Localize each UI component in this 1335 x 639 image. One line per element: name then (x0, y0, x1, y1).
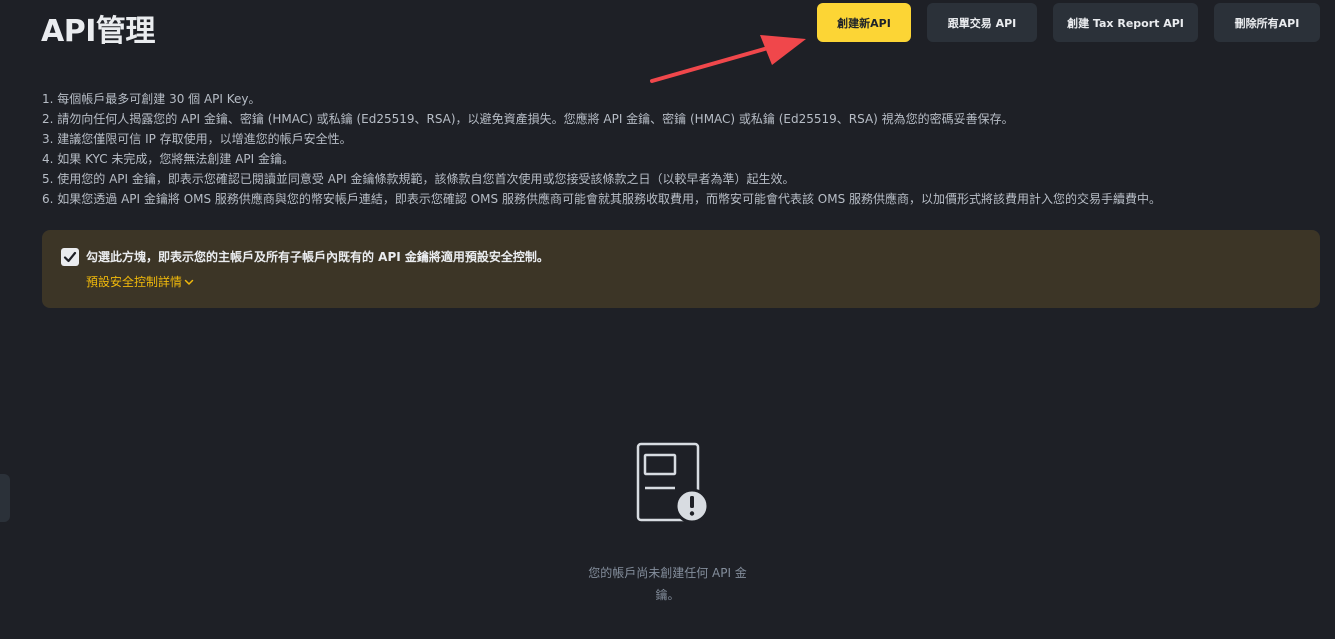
note-item: 6. 如果您透過 API 金鑰將 OMS 服務供應商與您的幣安帳戶連結，即表示您… (42, 192, 1162, 206)
toolbar: 創建新API 跟單交易 API 創建 Tax Report API 刪除所有AP… (817, 3, 1320, 42)
empty-state: 您的帳戶尚未創建任何 API 金鑰。 (540, 440, 795, 606)
default-security-checkbox[interactable] (61, 248, 79, 266)
side-panel-tab[interactable] (0, 474, 10, 522)
api-notes-list: 1. 每個帳戶最多可創建 30 個 API Key。 2. 請勿向任何人揭露您的… (42, 89, 1161, 209)
security-details-label: 預設安全控制詳情 (86, 275, 183, 289)
create-tax-report-api-button[interactable]: 創建 Tax Report API (1053, 3, 1198, 42)
note-item: 1. 每個帳戶最多可創建 30 個 API Key。 (42, 92, 261, 106)
note-item: 4. 如果 KYC 未完成，您將無法創建 API 金鑰。 (42, 152, 295, 166)
delete-all-api-button[interactable]: 刪除所有API (1214, 3, 1320, 42)
note-item: 3. 建議您僅限可信 IP 存取使用，以增進您的帳戶安全性。 (42, 132, 352, 146)
api-management-page: API管理 創建新API 跟單交易 API 創建 Tax Report API … (0, 0, 1335, 639)
document-warning-icon (636, 442, 708, 524)
default-security-consent-box: 勾選此方塊，即表示您的主帳戶及所有子帳戶內既有的 API 金鑰將適用預設安全控制… (42, 230, 1320, 308)
security-details-link[interactable]: 預設安全控制詳情 (86, 273, 194, 291)
create-api-button[interactable]: 創建新API (817, 3, 911, 42)
note-item: 5. 使用您的 API 金鑰，即表示您確認已閱讀並同意受 API 金鑰條款規範，… (42, 172, 795, 186)
copy-trading-api-button[interactable]: 跟單交易 API (927, 3, 1037, 42)
consent-text: 勾選此方塊，即表示您的主帳戶及所有子帳戶內既有的 API 金鑰將適用預設安全控制… (86, 250, 549, 264)
empty-state-message: 您的帳戶尚未創建任何 API 金鑰。 (588, 566, 747, 602)
note-item: 2. 請勿向任何人揭露您的 API 金鑰、密鑰 (HMAC) 或私鑰 (Ed25… (42, 112, 1014, 126)
annotation-arrow-icon (650, 35, 806, 83)
page-title: API管理 (41, 14, 155, 49)
chevron-down-icon (184, 279, 194, 285)
checkmark-icon (63, 251, 77, 263)
